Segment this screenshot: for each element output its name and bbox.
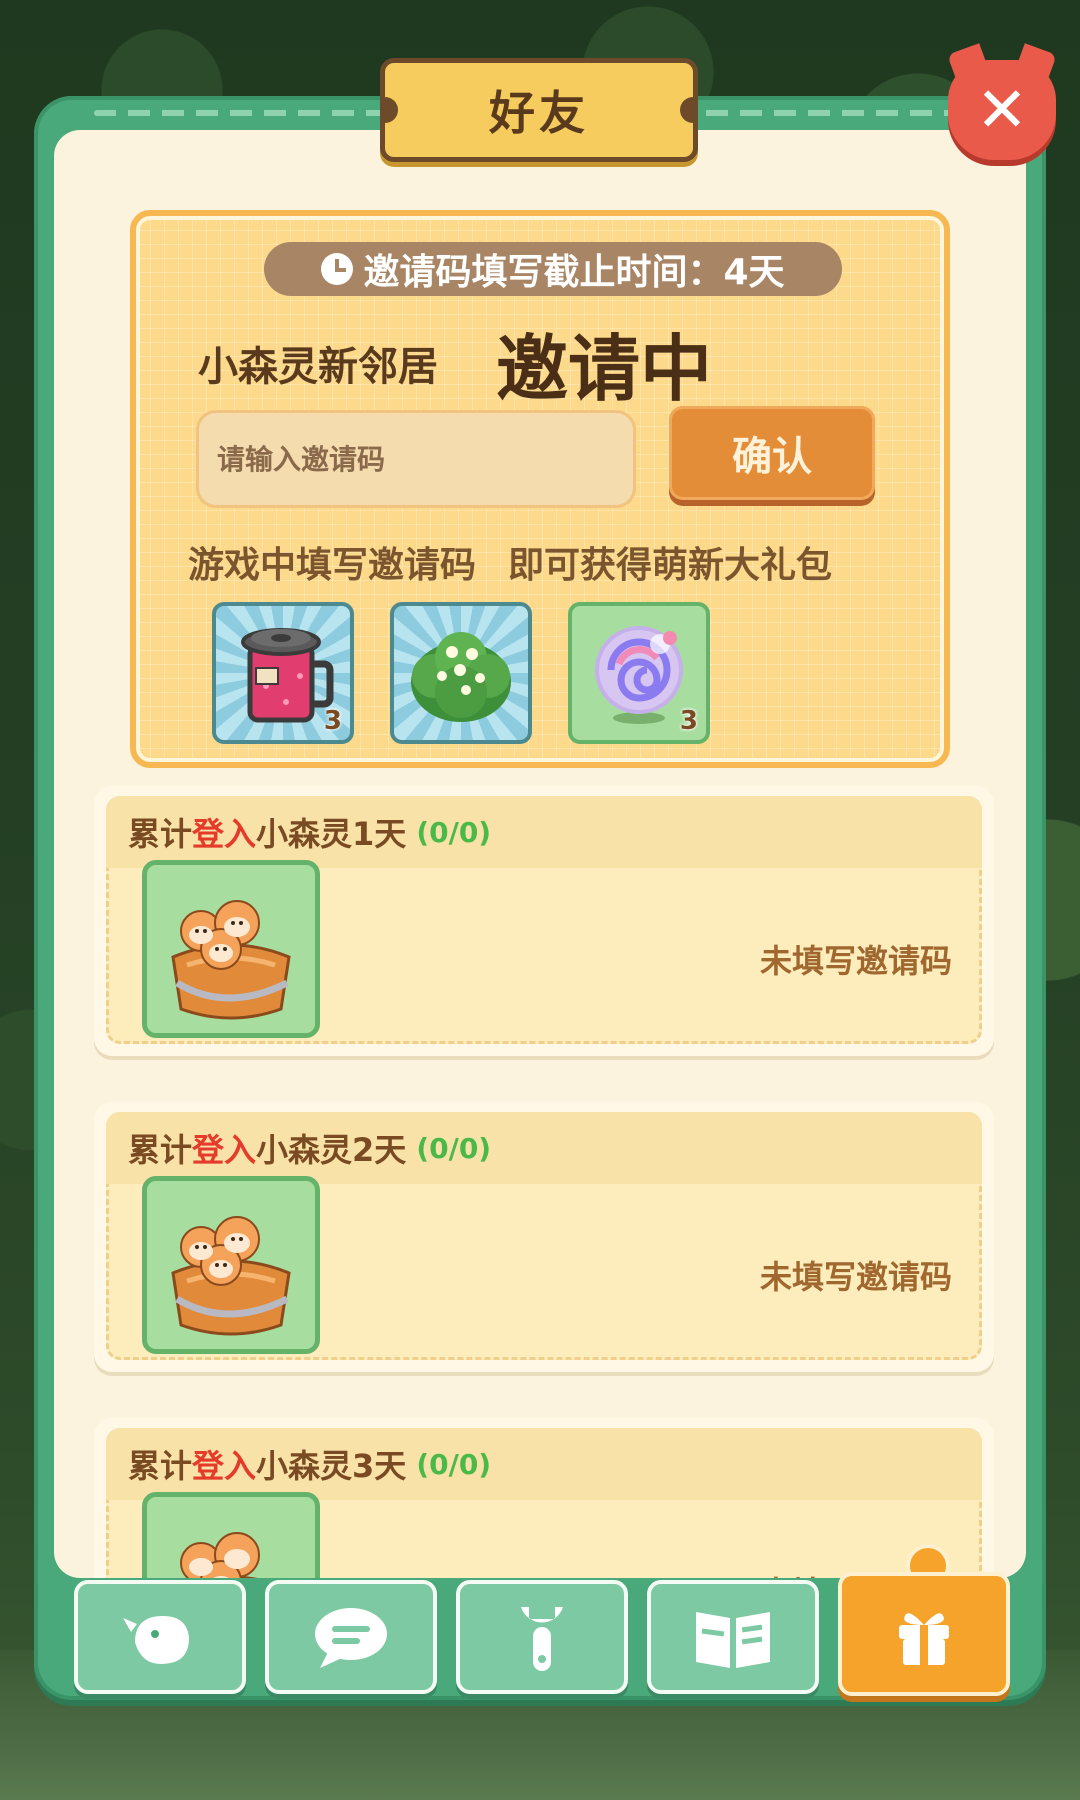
gift-description-left: 游戏中填写邀请码	[188, 545, 477, 586]
squirrel-basket-icon	[180, 1532, 260, 1578]
clock-icon	[321, 253, 354, 285]
tab-journal[interactable]	[647, 1580, 819, 1694]
squirrel-basket-icon	[171, 1216, 291, 1336]
gift-icon	[899, 1613, 949, 1665]
task-title-suffix: 小森灵3天	[256, 1447, 407, 1485]
flower-bush-icon	[411, 632, 511, 722]
dialog-title: 好友	[489, 86, 589, 140]
invite-card: 邀请码填写截止时间：4天 小森灵新邻居 邀请中 确认 游戏中填写邀请码 即可获得…	[130, 210, 950, 768]
task-title: 累计 登入 小森灵1天 (0/0)	[106, 796, 982, 868]
task-reward-item[interactable]	[142, 860, 320, 1038]
task-title-suffix: 小森灵2天	[256, 1131, 407, 1169]
chick-icon	[123, 1616, 189, 1664]
task-title-highlight: 登入	[192, 815, 257, 853]
wrench-icon	[521, 1607, 563, 1671]
deadline-text: 邀请码填写截止时间：4天	[363, 252, 785, 293]
reward-count: 3	[323, 706, 342, 736]
task-card: 累计 登入 小森灵2天 (0/0) 未填写邀请码	[94, 1102, 994, 1372]
invite-headline: 邀请中	[496, 327, 713, 411]
task-status: 未填写邀请码	[759, 942, 952, 980]
chat-bubble-icon	[315, 1608, 387, 1668]
friends-dialog: 邀请码填写截止时间：4天 小森灵新邻居 邀请中 确认 游戏中填写邀请码 即可获得…	[34, 96, 1046, 1700]
invite-code-input[interactable]	[196, 410, 636, 508]
task-reward-item[interactable]	[142, 1176, 320, 1354]
task-progress: (0/0)	[416, 1447, 492, 1481]
reward-count: 3	[679, 706, 698, 736]
dialog-title-tab: 好友	[380, 58, 698, 162]
task-title-suffix: 小森灵1天	[256, 815, 407, 853]
task-reward-item[interactable]	[142, 1492, 320, 1578]
tab-chat[interactable]	[265, 1580, 437, 1694]
close-icon: ✕	[976, 73, 1028, 146]
deadline-banner: 邀请码填写截止时间：4天	[264, 242, 842, 296]
tab-chick[interactable]	[74, 1580, 246, 1694]
confirm-button[interactable]: 确认	[669, 406, 875, 500]
reward-item[interactable]: 3	[568, 602, 710, 744]
reward-item[interactable]: 3	[212, 602, 354, 744]
task-title: 累计 登入 小森灵3天 (0/0)	[106, 1428, 982, 1500]
task-card: 累计 登入 小森灵1天 (0/0) 未填写邀请码	[94, 786, 994, 1056]
reward-item[interactable]	[390, 602, 532, 744]
tab-tools[interactable]	[456, 1580, 628, 1694]
task-title-highlight: 登入	[192, 1131, 257, 1169]
tab-gift[interactable]	[838, 1572, 1010, 1696]
task-status: 未填写邀请码	[759, 1258, 952, 1296]
task-title: 累计 登入 小森灵2天 (0/0)	[106, 1112, 982, 1184]
task-title-highlight: 登入	[192, 1447, 257, 1485]
dialog-content: 邀请码填写截止时间：4天 小森灵新邻居 邀请中 确认 游戏中填写邀请码 即可获得…	[54, 130, 1026, 1578]
task-progress: (0/0)	[416, 1131, 492, 1165]
invite-subtitle: 小森灵新邻居	[198, 344, 438, 390]
task-title-prefix: 累计	[128, 1447, 193, 1485]
task-title-prefix: 累计	[128, 815, 193, 853]
close-button[interactable]: ✕	[948, 60, 1056, 160]
task-card: 累计 登入 小森灵3天 (0/0) 未填写邀请码	[94, 1418, 994, 1578]
task-title-prefix: 累计	[128, 1131, 193, 1169]
gift-description-right: 即可获得萌新大礼包	[508, 545, 833, 586]
book-icon	[696, 1612, 770, 1668]
task-progress: (0/0)	[416, 815, 492, 849]
squirrel-basket-icon	[171, 900, 291, 1020]
